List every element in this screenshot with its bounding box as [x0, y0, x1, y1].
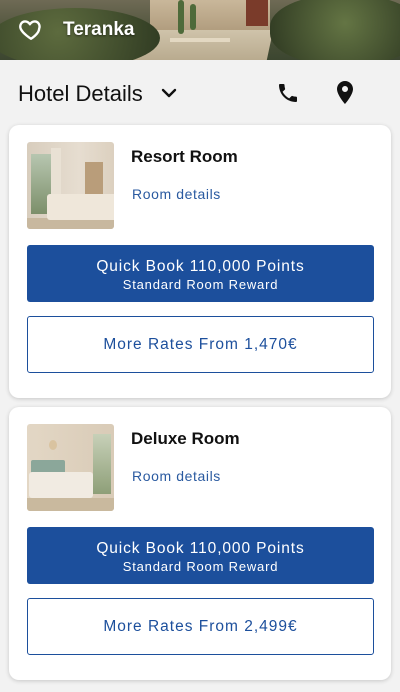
- thumb-bed: [47, 194, 114, 220]
- quick-book-label: Quick Book 110,000 Points: [96, 540, 305, 557]
- room-card: Deluxe Room Room details Quick Book 110,…: [9, 407, 391, 680]
- room-card: Resort Room Room details Quick Book 110,…: [9, 125, 391, 398]
- thumb-bed: [29, 472, 93, 498]
- hero-step: [170, 38, 230, 42]
- quick-book-button[interactable]: Quick Book 110,000 Points Standard Room …: [27, 245, 374, 302]
- reward-label: Standard Room Reward: [122, 277, 279, 292]
- thumb-floor: [27, 498, 114, 511]
- hotel-hero-image: Teranka: [0, 0, 400, 60]
- hero-cactus: [190, 4, 196, 30]
- hero-cactus: [178, 0, 184, 34]
- quick-book-button[interactable]: Quick Book 110,000 Points Standard Room …: [27, 527, 374, 584]
- room-name: Resort Room: [131, 147, 238, 166]
- more-rates-button[interactable]: More Rates From 1,470€: [27, 316, 374, 373]
- phone-icon[interactable]: [276, 81, 300, 105]
- room-thumbnail[interactable]: [27, 142, 114, 229]
- room-name: Deluxe Room: [131, 429, 240, 448]
- quick-book-label: Quick Book 110,000 Points: [96, 258, 305, 275]
- thumb-lamp: [49, 440, 57, 450]
- reward-label: Standard Room Reward: [122, 559, 279, 574]
- page-title[interactable]: Hotel Details: [18, 81, 143, 107]
- chevron-down-icon[interactable]: [160, 86, 178, 100]
- hotel-details-header: Hotel Details: [0, 60, 400, 124]
- thumb-window: [93, 434, 111, 494]
- more-rates-button[interactable]: More Rates From 2,499€: [27, 598, 374, 655]
- room-thumbnail[interactable]: [27, 424, 114, 511]
- room-details-link[interactable]: Room details: [132, 468, 221, 484]
- room-details-link[interactable]: Room details: [132, 186, 221, 202]
- heart-icon[interactable]: [18, 16, 44, 42]
- hero-plants-right: [270, 0, 400, 60]
- location-pin-icon[interactable]: [334, 80, 356, 106]
- hero-door: [246, 0, 268, 26]
- hotel-name: Teranka: [63, 19, 135, 40]
